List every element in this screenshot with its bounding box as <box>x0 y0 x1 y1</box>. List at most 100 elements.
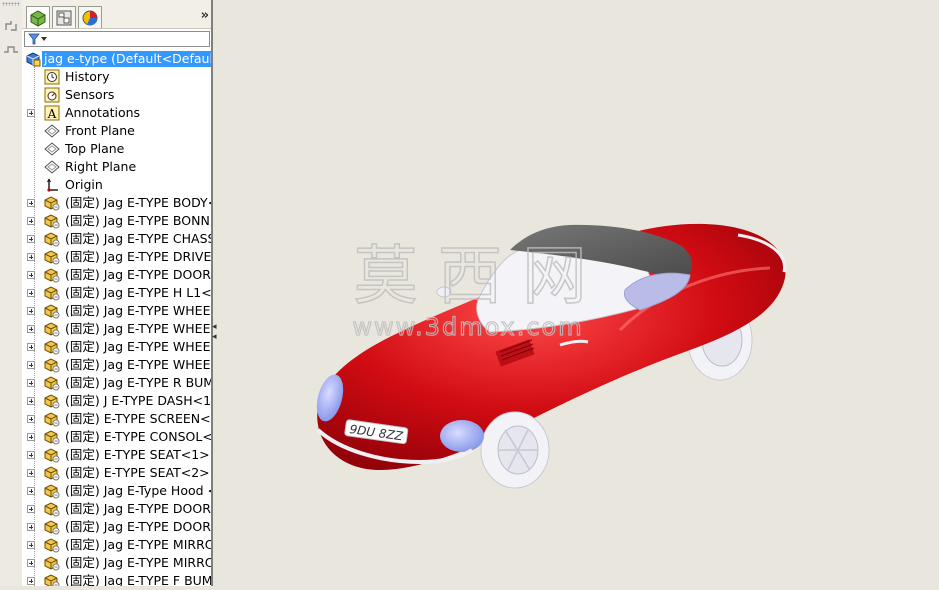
tree-item-label: (固定) Jag E-Type Hood < <box>65 483 213 498</box>
expand-toggle-icon[interactable] <box>27 451 35 459</box>
mate-icon[interactable] <box>3 18 19 34</box>
tree-item[interactable]: (固定) Jag E-TYPE DOOR <box>22 500 211 518</box>
part-icon <box>44 214 60 229</box>
tree-item[interactable]: (固定) Jag E-TYPE F BUMI <box>22 572 211 586</box>
tree-item-label: (固定) Jag E-TYPE BONNE <box>65 213 213 228</box>
tree-item-label: (固定) E-TYPE CONSOL<1 <box>65 429 213 444</box>
expand-toggle-icon[interactable] <box>27 487 35 495</box>
part-icon <box>44 268 60 283</box>
tree-item[interactable]: A Annotations <box>22 104 211 122</box>
tree-item[interactable]: History <box>22 68 211 86</box>
tree-item-label: Sensors <box>65 87 115 102</box>
tree-item-label: (固定) E-TYPE SEAT<1> (I <box>65 447 213 462</box>
expand-toggle-icon[interactable] <box>27 397 35 405</box>
expand-toggle-icon[interactable] <box>27 361 35 369</box>
tree-item-label: (固定) Jag E-TYPE WHEEL <box>65 303 213 318</box>
tree-item[interactable]: (固定) E-TYPE SEAT<1> (I <box>22 446 211 464</box>
tree-item[interactable]: (固定) Jag E-TYPE WHEEL <box>22 320 211 338</box>
part-icon <box>44 520 60 535</box>
expand-toggle-icon[interactable] <box>27 559 35 567</box>
tree-item[interactable]: Top Plane <box>22 140 211 158</box>
tree-item[interactable]: (固定) Jag E-TYPE DRIVE< <box>22 248 211 266</box>
expand-toggle-icon[interactable] <box>27 289 35 297</box>
car-model[interactable]: 9DU 8ZZ <box>213 0 939 586</box>
svg-text:A: A <box>47 107 57 121</box>
part-icon <box>44 340 60 355</box>
tree-item[interactable]: (固定) Jag E-TYPE WHEEL <box>22 302 211 320</box>
tree-item[interactable]: (固定) E-TYPE SEAT<2> (I <box>22 464 211 482</box>
plane-icon <box>44 124 60 138</box>
expand-toggle-icon[interactable] <box>27 235 35 243</box>
tree-item[interactable]: Front Plane <box>22 122 211 140</box>
tree-item-label: Right Plane <box>65 159 137 174</box>
expand-toggle-icon[interactable] <box>27 253 35 261</box>
tree-item[interactable]: (固定) E-TYPE CONSOL<1 <box>22 428 211 446</box>
part-icon <box>44 412 60 427</box>
tree-item[interactable]: (固定) Jag E-TYPE BONNE <box>22 212 211 230</box>
tree-item-label: (固定) Jag E-TYPE MIRRO <box>65 555 213 570</box>
tree-item-label: (固定) Jag E-TYPE F BUMI <box>65 573 213 586</box>
tree-item[interactable]: (固定) Jag E-TYPE MIRRO <box>22 554 211 572</box>
front-wheel <box>480 411 550 489</box>
expand-toggle-icon[interactable] <box>27 343 35 351</box>
feature-tree: jag e-type (Default<Default_ History Sens… <box>22 0 211 586</box>
tree-item-label: History <box>65 69 110 84</box>
expand-toggle-icon[interactable] <box>27 325 35 333</box>
tree-item[interactable]: (固定) Jag E-TYPE BODY< <box>22 194 211 212</box>
expand-toggle-icon[interactable] <box>27 199 35 207</box>
part-icon <box>44 484 60 499</box>
tree-item[interactable]: (固定) Jag E-TYPE CHASSI <box>22 230 211 248</box>
tree-item[interactable]: (固定) Jag E-TYPE WHEEL <box>22 338 211 356</box>
line-tool-icon[interactable] <box>3 42 19 58</box>
expand-toggle-icon[interactable] <box>27 523 35 531</box>
origin-icon <box>47 178 58 192</box>
expand-toggle-icon[interactable] <box>27 109 35 117</box>
tree-item-label: (固定) Jag E-TYPE BODY< <box>65 195 213 210</box>
left-toolbar-strip <box>0 0 23 586</box>
plane-icon <box>44 142 60 156</box>
tree-item[interactable]: (固定) Jag E-TYPE MIRRO <box>22 536 211 554</box>
tree-item[interactable]: (固定) J E-TYPE DASH<1> <box>22 392 211 410</box>
tree-item[interactable]: (固定) E-TYPE SCREEN<1 <box>22 410 211 428</box>
plane-icon <box>44 160 60 174</box>
tree-item[interactable]: (固定) Jag E-TYPE WHEEL <box>22 356 211 374</box>
right-headlight <box>440 420 484 452</box>
expand-toggle-icon[interactable] <box>27 271 35 279</box>
part-icon <box>44 466 60 481</box>
expand-toggle-icon[interactable] <box>27 577 35 585</box>
tree-item[interactable]: Right Plane <box>22 158 211 176</box>
part-icon <box>44 430 60 445</box>
tree-item-label: (固定) Jag E-TYPE R BUMI <box>65 375 213 390</box>
part-icon <box>44 574 60 586</box>
tree-item-label: (固定) Jag E-TYPE DOOR <box>65 519 211 534</box>
expand-toggle-icon[interactable] <box>27 415 35 423</box>
part-icon <box>44 556 60 571</box>
part-icon <box>44 196 60 211</box>
expand-toggle-icon[interactable] <box>27 505 35 513</box>
tree-item[interactable]: Origin <box>22 176 211 194</box>
feature-manager-panel: » jag e-type (Default<Default_ History Se… <box>22 0 213 586</box>
tree-item-label: Top Plane <box>65 141 125 156</box>
expand-toggle-icon[interactable] <box>27 541 35 549</box>
part-icon <box>44 322 60 337</box>
expand-toggle-icon[interactable] <box>27 217 35 225</box>
tree-item[interactable]: (固定) Jag E-Type Hood < <box>22 482 211 500</box>
tree-item[interactable]: Sensors <box>22 86 211 104</box>
expand-toggle-icon[interactable] <box>27 379 35 387</box>
tree-root[interactable]: jag e-type (Default<Default_ <box>22 50 211 68</box>
expand-toggle-icon[interactable] <box>27 307 35 315</box>
tree-item[interactable]: (固定) Jag E-TYPE DOORS <box>22 266 211 284</box>
part-icon <box>44 394 60 409</box>
history-icon <box>44 69 60 85</box>
tree-item[interactable]: (固定) Jag E-TYPE R BUMI <box>22 374 211 392</box>
expand-toggle-icon[interactable] <box>27 469 35 477</box>
expand-toggle-icon[interactable] <box>27 433 35 441</box>
tree-item-label: (固定) Jag E-TYPE WHEEL <box>65 321 213 336</box>
part-icon <box>44 232 60 247</box>
graphics-viewport[interactable]: 9DU 8ZZ <box>213 0 939 586</box>
tree-item[interactable]: (固定) Jag E-TYPE DOOR <box>22 518 211 536</box>
tree-item-label: (固定) Jag E-TYPE WHEEL <box>65 339 213 354</box>
grip-dots[interactable] <box>2 2 20 6</box>
part-icon <box>44 538 60 553</box>
tree-item[interactable]: (固定) Jag E-TYPE H L1<1 <box>22 284 211 302</box>
